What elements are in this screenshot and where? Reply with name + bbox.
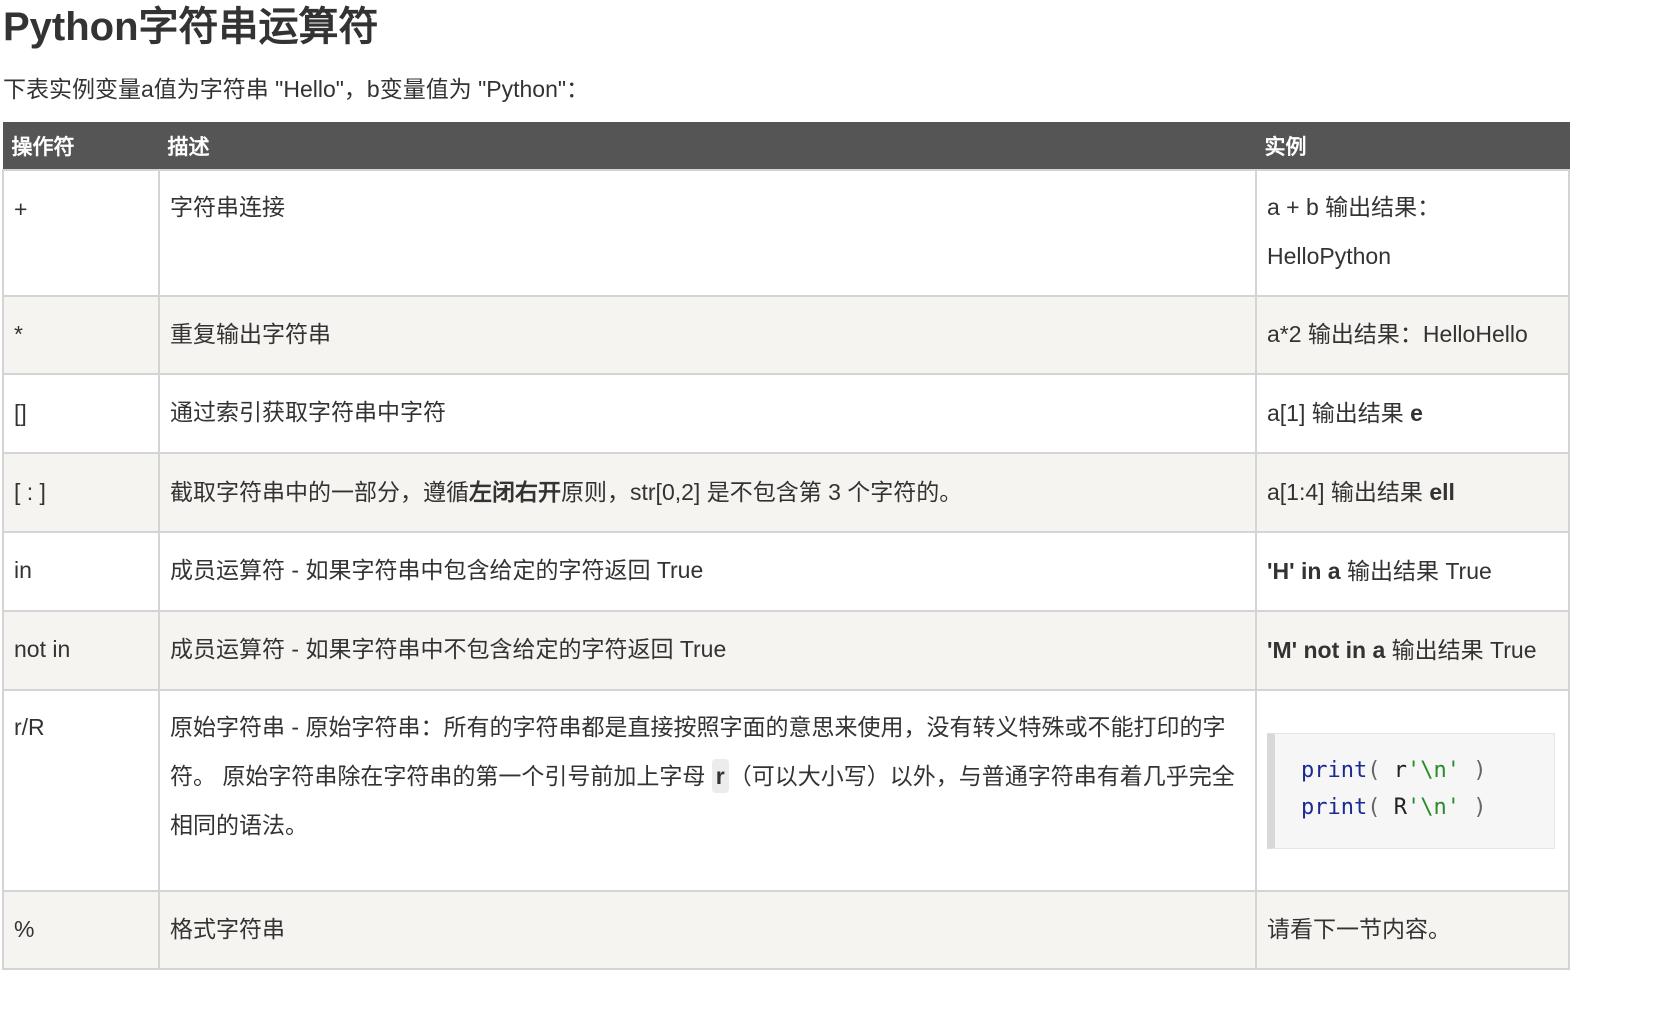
example-line: HelloPython	[1267, 243, 1392, 269]
code-prefix: R	[1393, 795, 1407, 820]
operator-cell: r/R	[2, 689, 160, 892]
operator-cell: []	[2, 373, 160, 454]
operators-table: 操作符 描述 实例 + 字符串连接 a + b 输出结果： HelloPytho…	[2, 122, 1570, 970]
example-result: ell	[1429, 479, 1455, 505]
description-cell: 通过索引获取字符串中字符	[158, 373, 1257, 454]
description-cell: 重复输出字符串	[158, 295, 1257, 375]
operator-cell: *	[2, 295, 160, 375]
operator-cell: +	[2, 169, 160, 297]
operator-cell: %	[2, 890, 160, 970]
example-expression: 'M' not in a	[1267, 637, 1386, 663]
description-cell: 截取字符串中的一部分，遵循左闭右开原则，str[0,2] 是不包含第 3 个字符…	[158, 452, 1257, 533]
description-cell: 格式字符串	[158, 890, 1257, 970]
page-title: Python字符串运算符	[3, 5, 379, 49]
table-row: % 格式字符串 请看下一节内容。	[2, 890, 1570, 970]
description-cell: 字符串连接	[158, 169, 1257, 297]
code-paren: (	[1367, 795, 1381, 820]
table-row: in 成员运算符 - 如果字符串中包含给定的字符返回 True 'H' in a…	[2, 531, 1570, 612]
example-text: a[1] 输出结果	[1267, 400, 1411, 426]
intro-text: 下表实例变量a值为字符串 "Hello"，b变量值为 "Python"：	[3, 76, 590, 102]
table-row: [] 通过索引获取字符串中字符 a[1] 输出结果 e	[2, 373, 1570, 454]
example-line: a + b 输出结果：	[1267, 194, 1441, 220]
header-example: 实例	[1255, 122, 1570, 171]
table-row: not in 成员运算符 - 如果字符串中不包含给定的字符返回 True 'M'…	[2, 610, 1570, 691]
example-text: 输出结果 True	[1385, 637, 1537, 663]
page: Python字符串运算符 下表实例变量a值为字符串 "Hello"，b变量值为 …	[0, 0, 1670, 1034]
code-paren: )	[1473, 758, 1487, 783]
inline-code: r	[711, 759, 729, 793]
operator-cell: in	[2, 531, 160, 612]
table-row: r/R 原始字符串 - 原始字符串：所有的字符串都是直接按照字面的意思来使用，没…	[2, 689, 1570, 892]
example-cell: a[1] 输出结果 e	[1255, 373, 1570, 454]
example-cell: a*2 输出结果：HelloHello	[1255, 295, 1570, 375]
table-row: + 字符串连接 a + b 输出结果： HelloPython	[2, 169, 1570, 297]
example-cell: 'M' not in a 输出结果 True	[1255, 610, 1570, 691]
code-prefix: r	[1393, 758, 1407, 783]
description-text: 原则，str[0,2] 是不包含第 3 个字符的。	[561, 479, 963, 505]
description-cell: 原始字符串 - 原始字符串：所有的字符串都是直接按照字面的意思来使用，没有转义特…	[158, 689, 1257, 892]
example-cell: 请看下一节内容。	[1255, 890, 1570, 970]
code-line: print( R'\n' )	[1301, 789, 1554, 826]
operator-cell: [ : ]	[2, 452, 160, 533]
example-cell: a[1:4] 输出结果 ell	[1255, 452, 1570, 533]
description-cell: 成员运算符 - 如果字符串中不包含给定的字符返回 True	[158, 610, 1257, 691]
table-row: [ : ] 截取字符串中的一部分，遵循左闭右开原则，str[0,2] 是不包含第…	[2, 452, 1570, 533]
description-cell: 成员运算符 - 如果字符串中包含给定的字符返回 True	[158, 531, 1257, 612]
example-result: e	[1410, 400, 1423, 426]
header-operator: 操作符	[2, 122, 160, 171]
code-string: '\n'	[1406, 795, 1460, 820]
example-cell: a + b 输出结果： HelloPython	[1255, 169, 1570, 297]
operator-cell: not in	[2, 610, 160, 691]
description-text: 截取字符串中的一部分，遵循	[170, 479, 469, 505]
description-emphasis: 左闭右开	[469, 479, 561, 505]
code-paren: (	[1367, 758, 1381, 783]
code-line: print( r'\n' )	[1301, 752, 1554, 789]
table-row: * 重复输出字符串 a*2 输出结果：HelloHello	[2, 295, 1570, 375]
code-paren: )	[1473, 795, 1487, 820]
example-cell: 'H' in a 输出结果 True	[1255, 531, 1570, 612]
example-expression: 'H' in a	[1267, 558, 1341, 584]
code-string: '\n'	[1406, 758, 1460, 783]
code-block: print( r'\n' ) print( R'\n' )	[1267, 733, 1555, 849]
code-function: print	[1301, 758, 1368, 783]
example-cell: print( r'\n' ) print( R'\n' )	[1255, 689, 1570, 892]
example-text: 输出结果 True	[1340, 558, 1492, 584]
table-header-row: 操作符 描述 实例	[2, 122, 1570, 171]
example-text: a[1:4] 输出结果	[1267, 479, 1430, 505]
header-description: 描述	[158, 122, 1257, 171]
code-function: print	[1301, 795, 1368, 820]
